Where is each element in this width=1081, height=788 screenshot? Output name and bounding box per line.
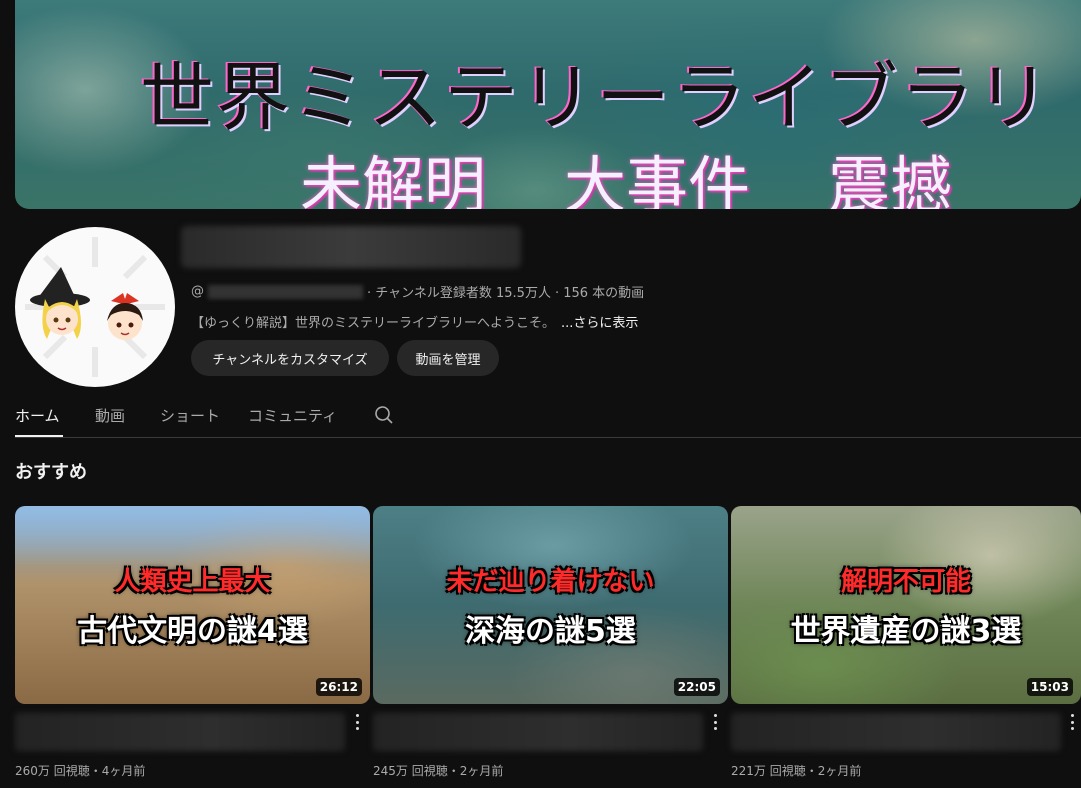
thumbnail-caption-red: 未だ辿り着けない (446, 567, 655, 597)
channel-description[interactable]: 【ゆっくり解説】世界のミステリーライブラリーへようこそ。 ...さらに表示 (191, 312, 638, 331)
more-options-icon[interactable] (708, 712, 722, 732)
banner-subtitles: 未解明 大事件 震撼 (300, 135, 952, 209)
video-thumbnail[interactable]: 解明不可能 世界遺産の謎3選 15:03 (731, 506, 1081, 704)
video-views: 221万 回視聴・2ヶ月前 (731, 764, 862, 778)
video-duration: 22:05 (673, 678, 720, 696)
video-duration: 15:03 (1026, 678, 1073, 696)
show-more-link[interactable]: ...さらに表示 (561, 316, 638, 331)
tab-community[interactable]: コミュニティ (248, 394, 337, 436)
video-thumbnail[interactable]: 人類史上最大 古代文明の謎4選 26:12 (15, 506, 370, 704)
search-icon (375, 406, 393, 424)
channel-avatar[interactable] (15, 227, 175, 387)
banner-subtitle: 大事件 (564, 149, 751, 209)
channel-banner: 世界ミステリーライブラリ 未解明 大事件 震撼 (15, 0, 1081, 209)
more-options-icon[interactable] (350, 712, 364, 732)
tab-shorts[interactable]: ショート (160, 394, 220, 436)
manage-videos-button[interactable]: 動画を管理 (397, 340, 499, 376)
banner-subtitle: 未解明 (300, 149, 487, 209)
thumbnail-caption-red: 人類史上最大 (114, 567, 271, 597)
avatar-illustration (25, 237, 165, 377)
video-views: 245万 回視聴・2ヶ月前 (373, 764, 504, 778)
banner-title: 世界ミステリーライブラリ (140, 55, 1052, 141)
thumbnail-caption-white: 深海の謎5選 (465, 614, 636, 649)
thumbnail-caption-white: 古代文明の謎4選 (77, 614, 308, 649)
more-options-icon[interactable] (1065, 712, 1079, 732)
section-title: おすすめ (15, 462, 87, 483)
video-title-blurred[interactable] (373, 713, 703, 751)
banner-subtitle: 震撼 (828, 149, 953, 209)
channel-tabs: ホーム 動画 ショート コミュニティ (15, 394, 1081, 438)
video-title-blurred[interactable] (731, 713, 1061, 751)
video-title-blurred[interactable] (15, 713, 345, 751)
description-text: 【ゆっくり解説】世界のミステリーライブラリーへようこそ。 (191, 316, 556, 331)
video-duration: 26:12 (315, 678, 362, 696)
video-views: 260万 回視聴・4ヶ月前 (15, 764, 146, 778)
video-thumbnail[interactable]: 未だ辿り着けない 深海の謎5選 22:05 (373, 506, 728, 704)
customize-channel-button[interactable]: チャンネルをカスタマイズ (191, 340, 389, 376)
subscriber-count: · チャンネル登録者数 15.5万人 (367, 286, 551, 301)
thumbnail-caption-white: 世界遺産の謎3選 (790, 614, 1022, 649)
channel-meta: @ · チャンネル登録者数 15.5万人 · 156 本の動画 (191, 282, 644, 301)
video-count: · 156 本の動画 (554, 286, 645, 301)
channel-name-blurred (181, 226, 521, 268)
channel-search-button[interactable] (374, 394, 394, 436)
channel-handle-prefix: @ (191, 284, 204, 299)
tab-videos[interactable]: 動画 (95, 394, 125, 436)
channel-handle-blurred (208, 284, 363, 299)
tab-home[interactable]: ホーム (15, 394, 63, 437)
thumbnail-caption-red: 解明不可能 (840, 567, 971, 597)
